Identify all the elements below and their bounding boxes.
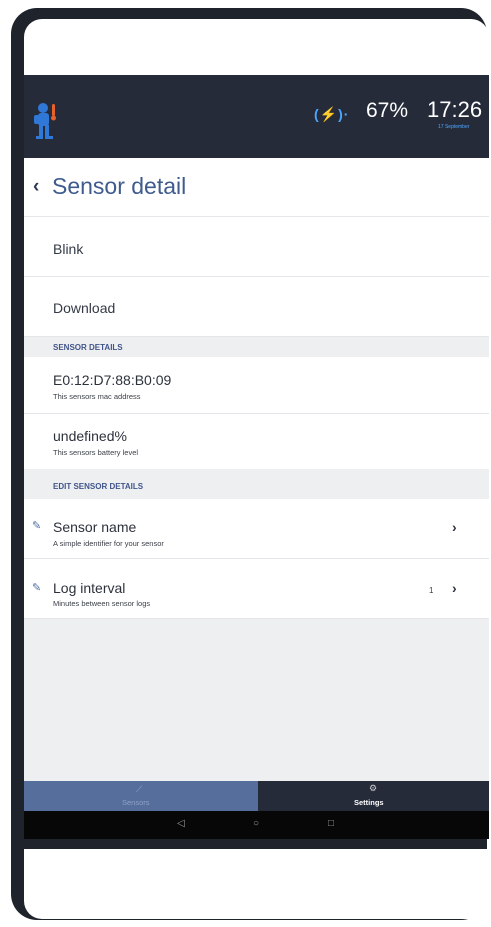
tab-settings[interactable]: Settings <box>354 798 384 807</box>
app-window: (⚡)· 67% 17:26 17 September ‹ Sensor det… <box>24 75 489 839</box>
app-logo-icon <box>34 103 56 139</box>
clock-date: 17 September <box>438 124 470 130</box>
section-header-edit-sensor-details: EDIT SENSOR DETAILS <box>24 479 489 499</box>
sensor-battery: undefined% <box>53 428 127 444</box>
section-header-sensor-details: SENSOR DETAILS <box>24 337 489 357</box>
charging-icon: (⚡)· <box>314 106 350 122</box>
section-label: EDIT SENSOR DETAILS <box>53 482 144 491</box>
mac-address-row: E0:12:D7:88:B0:09 This sensors mac addre… <box>24 357 489 414</box>
pencil-icon: ✎ <box>32 582 42 594</box>
chevron-right-icon: › <box>452 580 457 596</box>
download-label: Download <box>53 300 116 316</box>
system-nav-bar: ◁ ○ □ <box>24 811 489 839</box>
sensor-name-title: Sensor name <box>53 519 137 535</box>
chevron-right-icon: › <box>452 519 457 535</box>
blink-button[interactable]: Blink <box>24 217 489 277</box>
screen-top-area <box>24 19 489 75</box>
battery-caption: This sensors battery level <box>53 448 139 457</box>
sensor-name-row[interactable]: ✎ Sensor name A simple identifier for yo… <box>24 499 489 559</box>
app-header: (⚡)· 67% 17:26 17 September <box>24 75 489 158</box>
clock-time: 17:26 <box>427 97 483 122</box>
sensor-name-subtitle: A simple identifier for your sensor <box>53 539 164 548</box>
tab-sensors[interactable]: ⟋ Sensors <box>24 781 258 811</box>
page-title: Sensor detail <box>52 173 187 199</box>
battery-percent: 67% <box>366 99 409 122</box>
pencil-icon: ✎ <box>32 520 42 532</box>
gear-icon[interactable]: ⚙ <box>369 783 377 794</box>
mac-address: E0:12:D7:88:B0:09 <box>53 372 172 388</box>
mac-caption: This sensors mac address <box>53 392 141 401</box>
battery-row: undefined% This sensors battery level <box>24 414 489 469</box>
download-button[interactable]: Download <box>24 277 489 337</box>
log-interval-title: Log interval <box>53 580 126 596</box>
bottom-tab-bar: ⟋ Sensors ⚙ Settings <box>24 781 489 811</box>
screen-bottom-area <box>24 849 489 919</box>
chart-icon: ⟋ <box>136 784 143 794</box>
nav-home-icon[interactable]: ○ <box>253 818 259 829</box>
nav-back-icon[interactable]: ◁ <box>177 818 185 829</box>
tab-sensors-label: Sensors <box>122 798 150 807</box>
section-label: SENSOR DETAILS <box>53 343 123 352</box>
nav-recents-icon[interactable]: □ <box>328 818 334 829</box>
chevron-left-icon[interactable]: ‹ <box>33 176 39 198</box>
title-bar: ‹ Sensor detail <box>24 158 489 217</box>
log-interval-subtitle: Minutes between sensor logs <box>53 599 151 608</box>
log-interval-value: 1 <box>429 586 434 595</box>
log-interval-row[interactable]: ✎ Log interval Minutes between sensor lo… <box>24 559 489 619</box>
blink-label: Blink <box>53 241 84 257</box>
